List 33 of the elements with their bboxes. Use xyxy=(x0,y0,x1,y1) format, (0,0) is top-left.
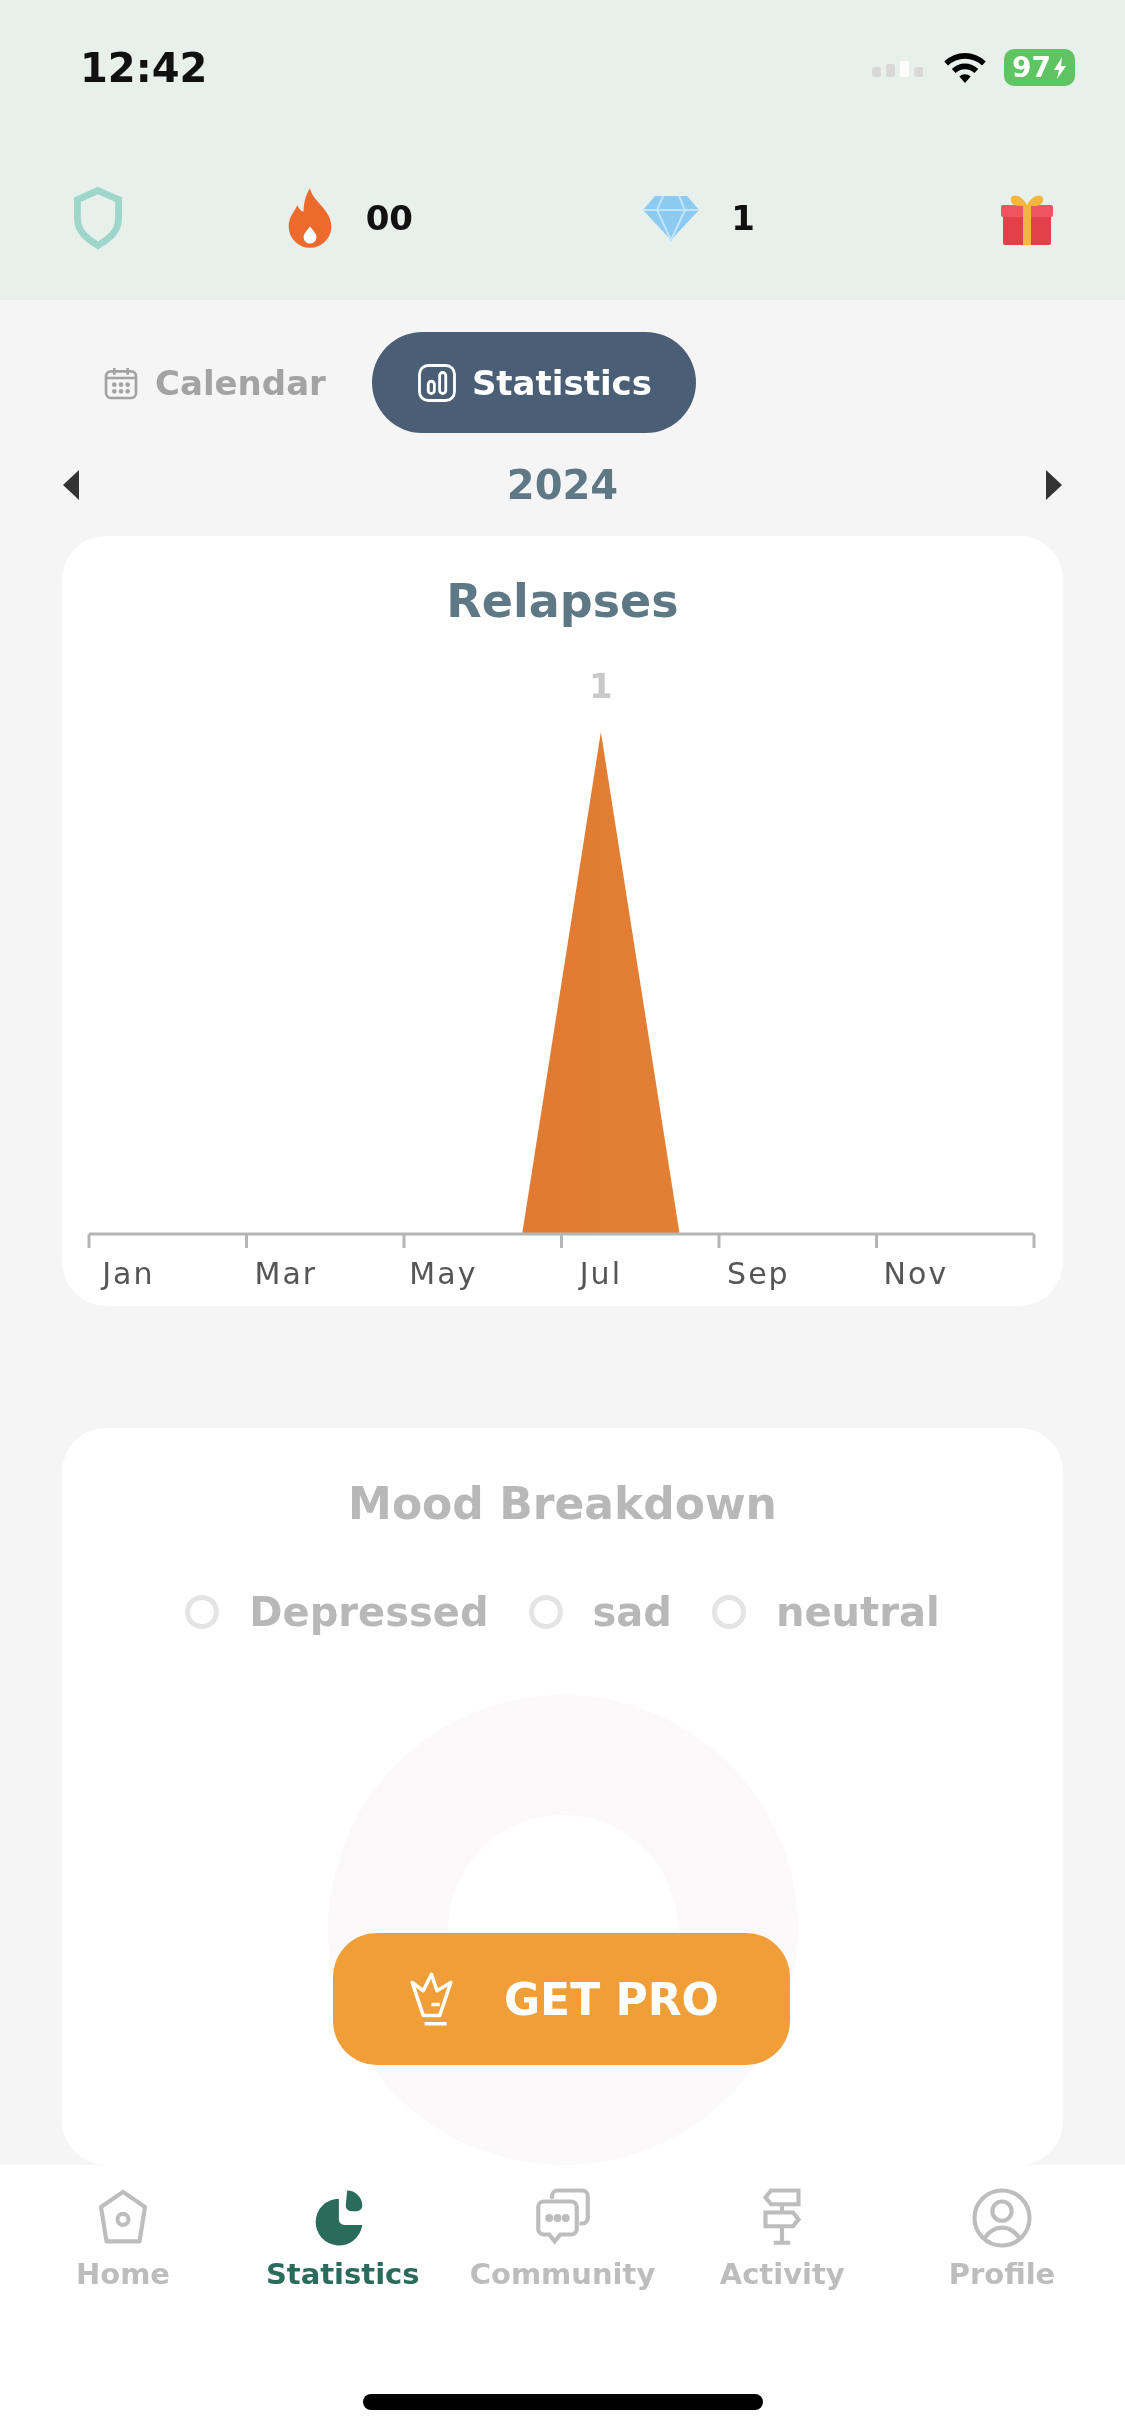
legend-dot xyxy=(528,1595,563,1629)
axis-label: Nov xyxy=(883,1256,949,1291)
bar-chart-icon xyxy=(415,361,458,404)
battery-indicator: 97 xyxy=(1004,49,1075,86)
status-time: 12:42 xyxy=(80,44,208,91)
streak-count: 00 xyxy=(365,197,413,238)
view-tab[interactable]: Calendar xyxy=(95,332,332,433)
user-icon xyxy=(969,2185,1035,2251)
legend-label: Depressed xyxy=(249,1589,489,1635)
get-pro-button[interactable]: GET PRO xyxy=(333,1933,790,2065)
legend-label: neutral xyxy=(776,1589,940,1635)
nav-tab[interactable]: Home xyxy=(18,2185,228,2291)
legend-dot xyxy=(185,1595,220,1629)
triangle-left-icon xyxy=(63,469,81,500)
gem-count: 1 xyxy=(731,197,755,238)
nav-tab[interactable]: Community xyxy=(457,2185,668,2291)
card-title: Relapses xyxy=(446,574,679,628)
nav-tab[interactable]: Statistics xyxy=(237,2185,448,2291)
legend-label: sad xyxy=(592,1589,672,1635)
wifi-icon xyxy=(942,50,989,85)
triangle-right-icon xyxy=(1044,469,1062,500)
axis-label: May xyxy=(409,1256,478,1291)
axis-label: Mar xyxy=(254,1256,318,1291)
card-title: Mood Breakdown xyxy=(348,1478,777,1529)
nav-tab[interactable]: Profile xyxy=(897,2185,1107,2291)
axis-label: Jan xyxy=(102,1256,155,1291)
axis-label: Sep xyxy=(727,1256,790,1291)
diamond-icon xyxy=(641,193,702,242)
axis-label: Jul xyxy=(579,1256,622,1291)
legend-dot xyxy=(712,1595,746,1629)
year-label: 2024 xyxy=(506,461,619,508)
view-tab[interactable]: Statistics xyxy=(371,332,696,433)
nav-tab[interactable]: Activity xyxy=(677,2185,888,2291)
